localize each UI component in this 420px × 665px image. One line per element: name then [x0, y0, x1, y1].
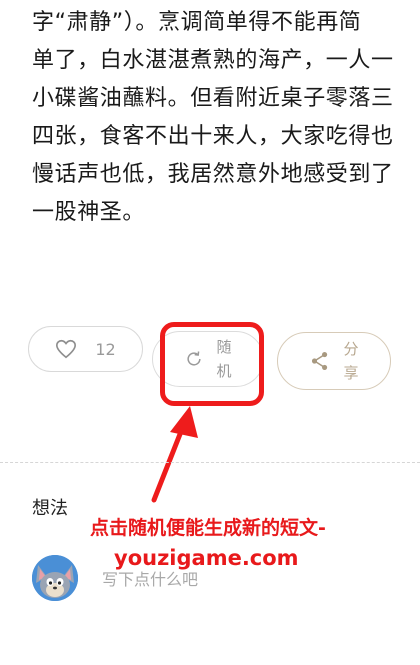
share-icon	[312, 352, 328, 370]
share-button[interactable]: 分 享	[277, 332, 391, 390]
section-divider	[0, 462, 420, 463]
article-line: 四张，食客不出十来人，大家吃得也	[32, 124, 394, 149]
article-line: 单了，白水湛湛煮熟的海产，一人一	[32, 48, 394, 73]
cat-avatar-icon	[32, 555, 78, 601]
annotation-line-1: 点击随机便能生成新的短文-	[90, 517, 326, 539]
article-line: 字“肃静”）。烹调简单得不能再简	[32, 10, 362, 35]
like-count: 12	[95, 339, 116, 359]
article-line: 一股神圣。	[32, 200, 146, 225]
article-body: 字“肃静”）。烹调简单得不能再简 单了，白水湛湛煮熟的海产，一人一 小碟酱油蘸料…	[32, 4, 394, 232]
like-button[interactable]: 12	[28, 326, 143, 372]
comment-input[interactable]	[100, 562, 394, 596]
article-line: 小碟酱油蘸料。但看附近桌子零落三	[32, 86, 394, 111]
article-line: 慢话声也低，我居然意外地感受到了	[32, 162, 394, 187]
heart-icon	[56, 339, 77, 359]
share-label: 分 享	[343, 337, 358, 385]
share-label-char: 分	[343, 340, 359, 358]
comments-title: 想法	[32, 498, 68, 519]
share-label-char: 享	[343, 364, 359, 382]
avatar[interactable]	[32, 555, 78, 601]
pointer-arrow	[151, 406, 198, 503]
highlight-box	[160, 322, 264, 406]
